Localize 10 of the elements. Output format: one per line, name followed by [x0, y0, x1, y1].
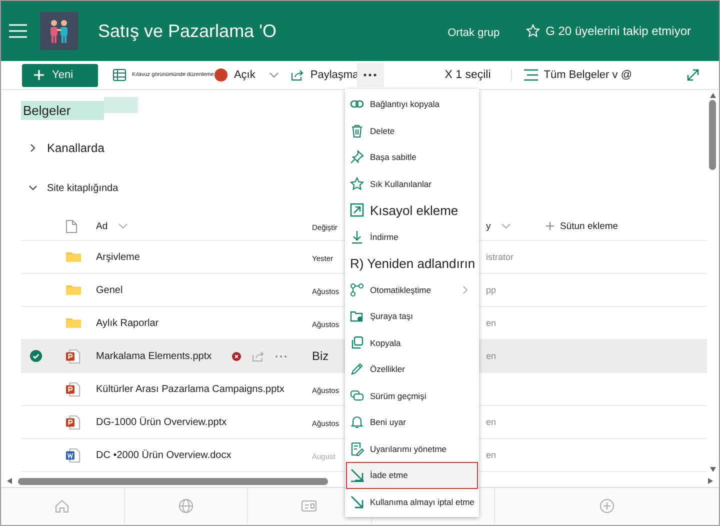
modified-by: pp — [486, 285, 496, 295]
modified-by: istrator — [486, 252, 514, 262]
modified-by: en — [486, 351, 496, 361]
modified-by: en — [486, 417, 496, 427]
group-type: Ortak grup — [448, 27, 500, 39]
modified-by: en — [486, 450, 496, 460]
modified-by: en — [486, 318, 496, 328]
site-title: Satış ve Pazarlama 'O — [98, 20, 277, 42]
modified-date: Biz — [312, 349, 329, 363]
library-title: Belgeler — [21, 100, 104, 120]
